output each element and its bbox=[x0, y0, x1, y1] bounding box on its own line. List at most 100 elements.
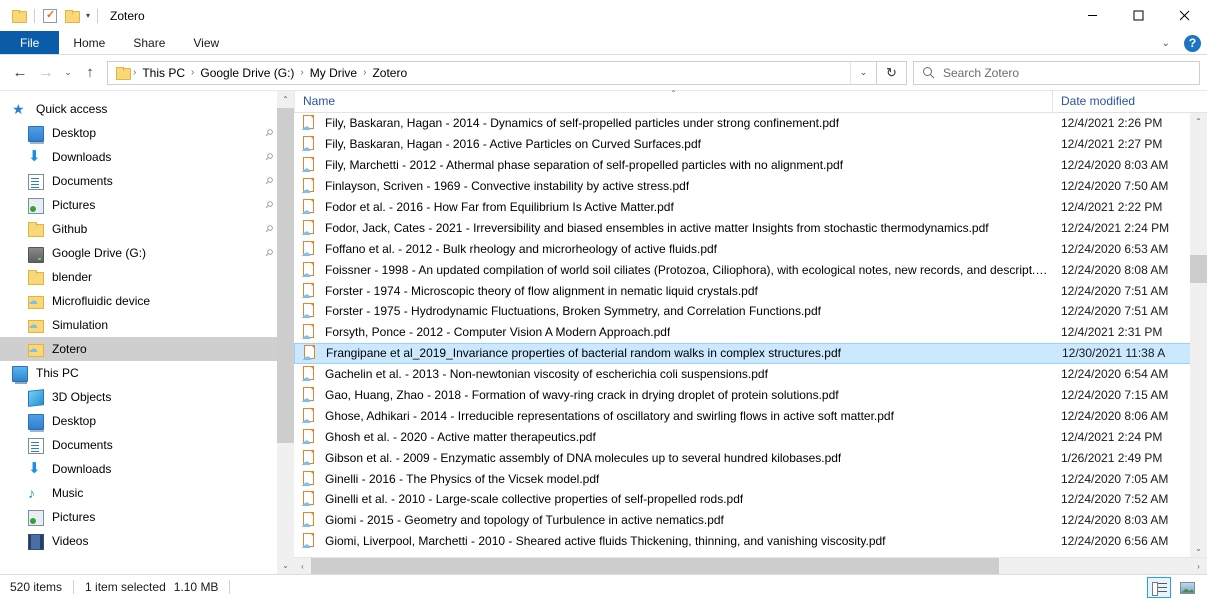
scroll-right-button[interactable]: › bbox=[1190, 558, 1207, 575]
breadcrumb-item-google-drive[interactable]: Google Drive (G:) bbox=[197, 66, 297, 80]
horizontal-scroll-track[interactable] bbox=[311, 557, 1190, 575]
breadcrumb-separator-0[interactable]: › bbox=[130, 67, 139, 78]
pin-icon[interactable]: ⚲ bbox=[262, 247, 275, 260]
table-row[interactable]: ☁ Fodor, Jack, Cates - 2021 - Irreversibi… bbox=[294, 217, 1207, 238]
sidebar-item-desktop[interactable]: Desktop bbox=[0, 409, 294, 433]
sidebar-item-downloads[interactable]: ⬇ Downloads ⚲ bbox=[0, 145, 294, 169]
tab-share[interactable]: Share bbox=[119, 31, 179, 54]
file-list-scroll-up-button[interactable]: ⌃ bbox=[1190, 113, 1207, 130]
table-row[interactable]: ☁ Fily, Baskaran, Hagan - 2014 - Dynamics… bbox=[294, 113, 1207, 134]
chevron-down-icon[interactable]: ⌄ bbox=[1158, 38, 1174, 49]
sidebar-item-desktop[interactable]: Desktop ⚲ bbox=[0, 121, 294, 145]
address-dropdown-caret-icon[interactable]: ⌄ bbox=[850, 61, 876, 84]
breadcrumb: › This PC › Google Drive (G:) › My Drive… bbox=[108, 62, 850, 84]
help-icon[interactable]: ? bbox=[1184, 34, 1201, 52]
sidebar-item-quick-access[interactable]: ★ Quick access bbox=[0, 97, 294, 121]
sidebar-item-blender[interactable]: blender bbox=[0, 265, 294, 289]
sidebar-item-zotero[interactable]: Zotero bbox=[0, 337, 294, 361]
pin-icon[interactable]: ⚲ bbox=[262, 127, 275, 140]
table-row[interactable]: ☁ Fodor et al. - 2016 - How Far from Equi… bbox=[294, 197, 1207, 218]
scroll-left-button[interactable]: ‹ bbox=[294, 558, 311, 575]
table-row[interactable]: ☁ Gao, Huang, Zhao - 2018 - Formation of … bbox=[294, 385, 1207, 406]
properties-icon[interactable] bbox=[39, 5, 61, 27]
column-header-date-modified[interactable]: Date modified bbox=[1052, 90, 1207, 112]
ribbon-right-controls: ⌄ ? bbox=[1158, 31, 1201, 55]
customize-caret-icon[interactable]: ▾ bbox=[83, 11, 93, 20]
sidebar-item-pictures[interactable]: Pictures bbox=[0, 505, 294, 529]
table-row[interactable]: ☁ Ginelli - 2016 - The Physics of the Vic… bbox=[294, 468, 1207, 489]
sidebar-item-downloads[interactable]: ⬇ Downloads bbox=[0, 457, 294, 481]
table-row[interactable]: ☁ Ghosh et al. - 2020 - Active matter the… bbox=[294, 426, 1207, 447]
table-row[interactable]: ☁ Gachelin et al. - 2013 - Non-newtonian … bbox=[294, 364, 1207, 385]
sidebar-item-documents[interactable]: Documents bbox=[0, 433, 294, 457]
table-row[interactable]: ☁ Giomi, Liverpool, Marchetti - 2010 - Sh… bbox=[294, 531, 1207, 552]
sidebar-scrollbar[interactable]: ⌃ ⌄ bbox=[277, 91, 294, 574]
tab-view[interactable]: View bbox=[179, 31, 233, 54]
date-modified-cell: 12/24/2021 2:24 PM bbox=[1061, 220, 1170, 235]
tab-file[interactable]: File bbox=[0, 31, 60, 54]
column-header-name[interactable]: ⌃ Name bbox=[294, 89, 1052, 112]
details-view-button[interactable] bbox=[1147, 577, 1171, 598]
address-bar[interactable]: › This PC › Google Drive (G:) › My Drive… bbox=[107, 60, 877, 85]
sidebar-item-music[interactable]: ♪ Music bbox=[0, 481, 294, 505]
folder-icon[interactable] bbox=[8, 5, 30, 27]
minimize-button[interactable] bbox=[1069, 0, 1115, 31]
table-row[interactable]: ☁ Giomi - 2015 - Geometry and topology of… bbox=[294, 510, 1207, 531]
breadcrumb-item-this-pc[interactable]: This PC bbox=[139, 66, 188, 80]
sidebar-scroll-up-button[interactable]: ⌃ bbox=[277, 91, 294, 108]
sidebar-item-pictures[interactable]: Pictures ⚲ bbox=[0, 193, 294, 217]
table-row[interactable]: ☁ Fily, Marchetti - 2012 - Athermal phase… bbox=[294, 155, 1207, 176]
sidebar-item-simulation[interactable]: Simulation bbox=[0, 313, 294, 337]
back-button[interactable]: ← bbox=[7, 60, 33, 86]
sidebar-item-documents[interactable]: Documents ⚲ bbox=[0, 169, 294, 193]
sidebar-item-google-drive-g[interactable]: Google Drive (G:) ⚲ bbox=[0, 241, 294, 265]
pin-icon[interactable]: ⚲ bbox=[262, 175, 275, 188]
maximize-button[interactable] bbox=[1115, 0, 1161, 31]
file-list-scroll-track[interactable] bbox=[1190, 130, 1207, 540]
pin-icon[interactable]: ⚲ bbox=[262, 223, 275, 236]
table-row[interactable]: ☁ Ghose, Adhikari - 2014 - Irreducible re… bbox=[294, 405, 1207, 426]
breadcrumb-item-my-drive[interactable]: My Drive bbox=[307, 66, 360, 80]
horizontal-scroll-thumb[interactable] bbox=[311, 557, 999, 575]
table-row[interactable]: ☁ Gibson et al. - 2009 - Enzymatic assemb… bbox=[294, 447, 1207, 468]
new-folder-icon[interactable] bbox=[61, 5, 83, 27]
pin-icon[interactable]: ⚲ bbox=[262, 199, 275, 212]
recent-locations-icon[interactable]: ⌄ bbox=[59, 60, 77, 86]
search-input[interactable]: Search Zotero bbox=[913, 60, 1200, 85]
up-button[interactable]: ↑ bbox=[77, 60, 103, 86]
breadcrumb-item-zotero[interactable]: Zotero bbox=[369, 66, 410, 80]
table-row[interactable]: ☁ Frangipane et al_2019_Invariance proper… bbox=[294, 342, 1207, 364]
table-row[interactable]: ☁ Forster - 1974 - Microscopic theory of … bbox=[294, 280, 1207, 301]
large-icons-view-button[interactable] bbox=[1175, 577, 1199, 598]
close-button[interactable] bbox=[1161, 0, 1207, 31]
pdf-file-icon: ☁ bbox=[301, 240, 316, 257]
table-row[interactable]: ☁ Forsyth, Ponce - 2012 - Computer Vision… bbox=[294, 322, 1207, 343]
table-row[interactable]: ☁ Finlayson, Scriven - 1969 - Convective … bbox=[294, 176, 1207, 197]
table-row[interactable]: ☁ Foissner - 1998 - An updated compilatio… bbox=[294, 259, 1207, 280]
forward-button[interactable]: → bbox=[33, 60, 59, 86]
file-list-scroll-thumb[interactable] bbox=[1190, 255, 1207, 283]
sidebar-item-videos[interactable]: Videos bbox=[0, 529, 294, 553]
breadcrumb-separator-2[interactable]: › bbox=[297, 67, 306, 78]
table-row[interactable]: ☁ Foffano et al. - 2012 - Bulk rheology a… bbox=[294, 238, 1207, 259]
sidebar-scroll-down-button[interactable]: ⌄ bbox=[277, 557, 294, 574]
tab-home[interactable]: Home bbox=[59, 31, 119, 54]
pdf-file-icon: ☁ bbox=[301, 199, 316, 215]
breadcrumb-separator-1[interactable]: › bbox=[188, 67, 197, 78]
table-row[interactable]: ☁ Forster - 1975 - Hydrodynamic Fluctuati… bbox=[294, 301, 1207, 322]
sidebar-scroll-thumb[interactable] bbox=[277, 108, 294, 443]
file-list-scroll-down-button[interactable]: ⌄ bbox=[1190, 540, 1207, 557]
refresh-button[interactable]: ↻ bbox=[877, 60, 907, 85]
table-row[interactable]: ☁ Ginelli et al. - 2010 - Large-scale col… bbox=[294, 489, 1207, 510]
sidebar-item-microfluidic-device[interactable]: Microfluidic device bbox=[0, 289, 294, 313]
file-list-horizontal-scrollbar[interactable]: ‹ › bbox=[294, 557, 1207, 575]
sidebar-item-github[interactable]: Github ⚲ bbox=[0, 217, 294, 241]
sidebar-scroll-track[interactable] bbox=[277, 108, 294, 557]
file-name-cell: ☁ Finlayson, Scriven - 1969 - Convective … bbox=[294, 178, 1052, 194]
file-list-scrollbar[interactable]: ⌃ ⌄ bbox=[1190, 113, 1207, 557]
pin-icon[interactable]: ⚲ bbox=[262, 151, 275, 164]
breadcrumb-separator-3[interactable]: › bbox=[360, 67, 369, 78]
sidebar-item-this-pc[interactable]: This PC bbox=[0, 361, 294, 385]
sidebar-item-3d-objects[interactable]: 3D Objects bbox=[0, 385, 294, 409]
table-row[interactable]: ☁ Fily, Baskaran, Hagan - 2016 - Active P… bbox=[294, 134, 1207, 155]
